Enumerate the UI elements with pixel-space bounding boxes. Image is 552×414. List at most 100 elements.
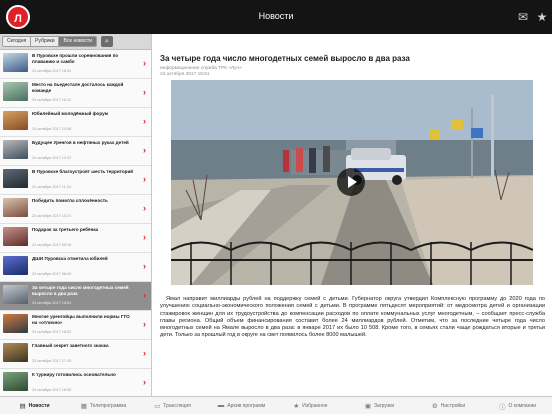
article-source[interactable]: информационная служба ТРК «Луч» bbox=[160, 66, 242, 71]
download-icon: ▣ bbox=[364, 402, 372, 410]
broadcast-icon: ▭ bbox=[154, 402, 161, 410]
news-thumbnail bbox=[3, 198, 28, 217]
chevron-right-icon: › bbox=[143, 319, 146, 329]
play-icon[interactable] bbox=[337, 168, 365, 196]
news-item-title: Многие уренгойцы выполнили нормы ГТО на … bbox=[32, 314, 130, 325]
news-item-date: 23 октября 2017 16:30 bbox=[32, 388, 72, 392]
news-thumbnail bbox=[3, 227, 28, 246]
news-item-title: Будущее Уренгоя в нефтяных руках детей bbox=[32, 140, 129, 145]
news-thumbnail bbox=[3, 256, 28, 275]
news-thumbnail bbox=[3, 314, 28, 333]
tab-tv-program[interactable]: ▦ Телепрограмма bbox=[69, 397, 138, 414]
app-window: Л Новости ✉ ★ Сегодня Рубрики Все новост… bbox=[0, 0, 552, 414]
article-video[interactable] bbox=[171, 80, 533, 285]
news-item-title: ДШИ Пуровска отметила юбилей bbox=[32, 256, 108, 261]
article-date: 24 октября 2017 16:51 bbox=[160, 72, 210, 77]
star-icon: ★ bbox=[293, 402, 300, 410]
list-item[interactable]: В Пуровске прошли соревнования по плаван… bbox=[0, 50, 151, 79]
tab-gear[interactable]: ⚙ Настройки bbox=[414, 397, 483, 414]
chevron-right-icon: › bbox=[143, 58, 146, 68]
tab-label: Архив программ bbox=[227, 402, 266, 409]
news-item-title: Место на пьедестале досталось каждой ком… bbox=[32, 82, 124, 93]
news-thumbnail bbox=[3, 343, 28, 362]
bottom-tab-bar: ▤ Новости ▦ Телепрограмма ▭ Трансляция ▬ Архив … bbox=[0, 396, 552, 414]
mail-icon[interactable]: ✉ bbox=[514, 8, 532, 26]
chevron-right-icon: › bbox=[143, 377, 146, 387]
tab-archive[interactable]: ▬ Архив программ bbox=[207, 397, 276, 414]
tab-broadcast[interactable]: ▭ Трансляция bbox=[138, 397, 207, 414]
news-thumbnail bbox=[3, 285, 28, 304]
top-nav-bar: Л Новости ✉ ★ bbox=[0, 0, 552, 34]
tab-star[interactable]: ★ Избранное bbox=[276, 397, 345, 414]
list-item[interactable]: За четыре года число многодетных семей в… bbox=[0, 282, 151, 311]
news-item-date: 24 октября 2017 09:15 bbox=[32, 243, 72, 247]
tab-label: Трансляция bbox=[163, 402, 191, 409]
news-item-title: За четыре года число многодетных семей в… bbox=[32, 285, 129, 296]
news-list-pane: Сегодня Рубрики Все новости ⌕ В Пуровске… bbox=[0, 34, 152, 396]
tab-info[interactable]: ⓘ О компании bbox=[483, 397, 552, 414]
chevron-right-icon: › bbox=[143, 87, 146, 97]
news-thumbnail bbox=[3, 111, 28, 130]
tab-label: Телепрограмма bbox=[89, 402, 127, 409]
news-icon: ▤ bbox=[19, 402, 26, 410]
article-body: Ямал направит миллиарды рублей на поддер… bbox=[160, 296, 545, 339]
news-item-title: В Пуровске благоустроят шесть территорий bbox=[32, 169, 134, 174]
filter-all-news[interactable]: Все новости bbox=[59, 37, 96, 46]
list-item[interactable]: Подарок за третьего ребёнка 24 октября 20… bbox=[0, 224, 151, 253]
filter-rubrics[interactable]: Рубрики bbox=[31, 37, 60, 46]
list-item[interactable]: В Пуровске благоустроят шесть территорий… bbox=[0, 166, 151, 195]
chevron-right-icon: › bbox=[143, 348, 146, 358]
list-item[interactable]: К турниру готовились основательно 23 октя… bbox=[0, 369, 151, 396]
list-item[interactable]: Многие уренгойцы выполнили нормы ГТО на … bbox=[0, 311, 151, 340]
chevron-right-icon: › bbox=[143, 261, 146, 271]
list-item[interactable]: Юбилейный молодёжный форум 24 октября 201… bbox=[0, 108, 151, 137]
news-list: В Пуровске прошли соревнования по плаван… bbox=[0, 50, 151, 396]
tab-download[interactable]: ▣ Загрузки bbox=[345, 397, 414, 414]
tab-label: Настройки bbox=[440, 402, 466, 409]
list-item[interactable]: Место на пьедестале досталось каждой ком… bbox=[0, 79, 151, 108]
tv-program-icon: ▦ bbox=[80, 402, 87, 410]
tab-label: Новости bbox=[28, 402, 50, 409]
filter-segmented-control: Сегодня Рубрики Все новости bbox=[2, 36, 97, 47]
news-item-title: Победить помогла сплочённость bbox=[32, 198, 108, 203]
page-title: Новости bbox=[258, 11, 294, 21]
chevron-right-icon: › bbox=[143, 145, 146, 155]
filter-today[interactable]: Сегодня bbox=[3, 37, 32, 46]
news-item-title: Подарок за третьего ребёнка bbox=[32, 227, 99, 232]
tab-label: Загрузки bbox=[374, 402, 395, 409]
tab-news[interactable]: ▤ Новости bbox=[0, 397, 69, 414]
news-item-title: Главный секрет заветного значка bbox=[32, 343, 109, 348]
news-thumbnail bbox=[3, 140, 28, 159]
news-thumbnail bbox=[3, 372, 28, 391]
news-item-date: 24 октября 2017 14:08 bbox=[32, 127, 72, 131]
news-item-date: 23 октября 2017 17:15 bbox=[32, 359, 72, 363]
news-thumbnail bbox=[3, 169, 28, 188]
list-item[interactable]: ДШИ Пуровска отметила юбилей 24 октября 2… bbox=[0, 253, 151, 282]
news-thumbnail bbox=[3, 53, 28, 72]
news-item-date: 24 октября 2017 16:51 bbox=[32, 301, 72, 305]
news-item-date: 24 октября 2017 10:21 bbox=[32, 214, 72, 218]
list-item[interactable]: Победить помогла сплочённость 24 октября … bbox=[0, 195, 151, 224]
news-item-date: 24 октября 2017 11:34 bbox=[32, 185, 71, 189]
search-icon[interactable]: ⌕ bbox=[101, 36, 113, 47]
news-item-date: 23 октября 2017 18:02 bbox=[32, 330, 72, 334]
news-thumbnail bbox=[3, 82, 28, 101]
article-pane: За четыре года число многодетных семей в… bbox=[153, 34, 552, 396]
chevron-right-icon: › bbox=[143, 232, 146, 242]
news-item-date: 24 октября 2017 16:51 bbox=[32, 69, 72, 73]
list-item[interactable]: Главный секрет заветного значка 23 октябр… bbox=[0, 340, 151, 369]
news-item-title: К турниру готовились основательно bbox=[32, 372, 116, 377]
list-item[interactable]: Будущее Уренгоя в нефтяных руках детей 24… bbox=[0, 137, 151, 166]
chevron-right-icon: › bbox=[143, 174, 146, 184]
tab-label: Избранное bbox=[302, 402, 328, 409]
filter-bar: Сегодня Рубрики Все новости ⌕ bbox=[0, 34, 151, 50]
archive-icon: ▬ bbox=[217, 402, 225, 409]
chevron-right-icon: › bbox=[143, 116, 146, 126]
chevron-right-icon: › bbox=[143, 290, 146, 300]
news-item-date: 24 октября 2017 12:47 bbox=[32, 156, 72, 160]
news-item-date: 24 октября 2017 08:40 bbox=[32, 272, 72, 276]
chevron-right-icon: › bbox=[143, 203, 146, 213]
tab-label: О компании bbox=[508, 402, 537, 409]
favorite-star-icon[interactable]: ★ bbox=[533, 8, 551, 26]
news-item-title: Юбилейный молодёжный форум bbox=[32, 111, 108, 116]
